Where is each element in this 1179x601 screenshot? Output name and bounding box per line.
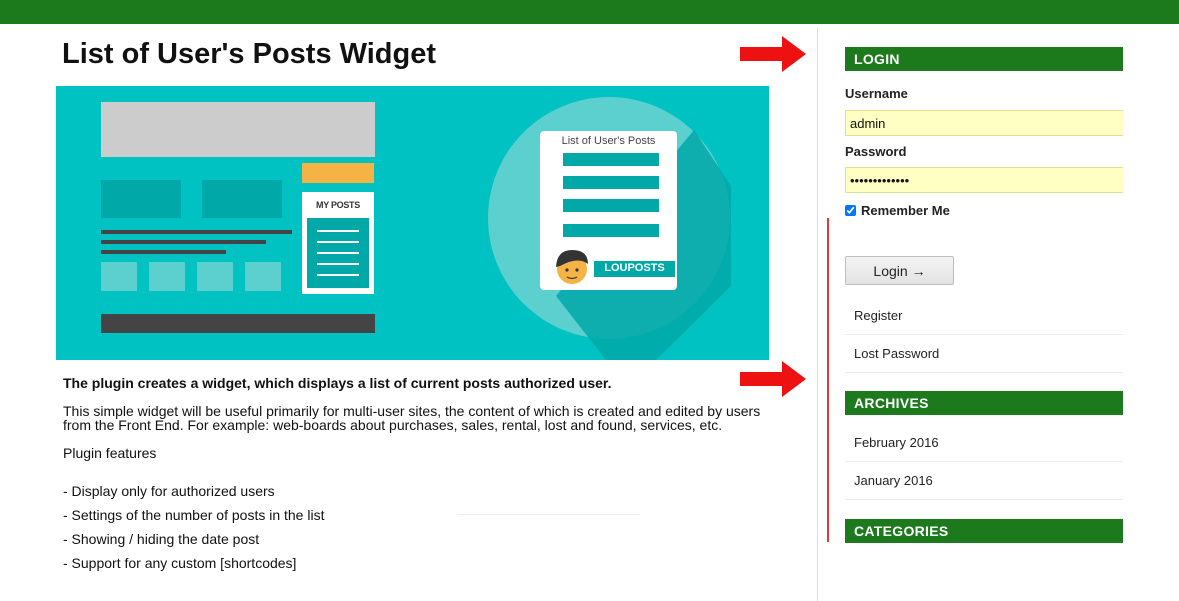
top-green-bar — [0, 0, 1179, 24]
categories-widget-heading: CATEGORIES — [845, 519, 1123, 543]
banner-header-block — [101, 102, 375, 157]
banner-block-2 — [202, 180, 282, 218]
features-title: Plugin features — [63, 445, 157, 461]
post-content: The plugin creates a widget, which displ… — [63, 376, 773, 580]
banner-card-line — [563, 224, 659, 237]
banner-card-line — [563, 153, 659, 166]
feature-item: - Display only for authorized users — [63, 483, 275, 499]
banner-footer-bar — [101, 314, 375, 333]
banner-orange-bar — [302, 163, 374, 183]
login-button[interactable]: Login → — [845, 256, 954, 285]
feature-item: - Showing / hiding the date post — [63, 531, 260, 547]
remember-me-label: Remember Me — [861, 203, 950, 218]
banner-my-posts-list — [307, 218, 369, 288]
sidebar: LOGIN Username Password Remember Me Logi… — [845, 47, 1123, 543]
banner-text-line-2 — [101, 240, 266, 244]
password-label: Password — [845, 144, 907, 159]
login-widget-heading: LOGIN — [845, 47, 1123, 71]
page-title: List of User's Posts Widget — [62, 38, 437, 70]
banner-list-line — [317, 263, 359, 265]
lead-paragraph: The plugin creates a widget, which displ… — [63, 375, 612, 391]
avatar-eye-icon — [565, 268, 569, 272]
faint-separator — [458, 514, 640, 515]
login-links: Register Lost Password — [845, 297, 1123, 373]
banner-list-line — [317, 274, 359, 276]
banner-my-posts-widget: MY POSTS — [302, 192, 374, 294]
remember-me-option[interactable]: Remember Me — [845, 203, 1123, 218]
banner-thumb-4 — [245, 262, 281, 291]
sidebar-divider — [817, 28, 818, 601]
banner-my-posts-label: MY POSTS — [316, 200, 360, 210]
banner-list-line — [317, 230, 359, 232]
banner-list-line — [317, 241, 359, 243]
banner-thumb-3 — [197, 262, 233, 291]
remember-me-checkbox[interactable] — [845, 205, 856, 216]
username-field[interactable] — [845, 110, 1123, 136]
red-arrow-icon — [740, 36, 806, 72]
username-label: Username — [845, 86, 908, 101]
password-field[interactable] — [845, 167, 1123, 193]
main-content: List of User's Posts Widget MY POSTS Lis… — [56, 24, 776, 601]
description-paragraph: This simple widget will be useful primar… — [63, 403, 761, 433]
avatar-eye-icon — [575, 268, 579, 272]
banner-thumb-1 — [101, 262, 137, 291]
banner-block-1 — [101, 180, 181, 218]
plugin-banner-image: MY POSTS List of User's Posts LOUPOSTS — [56, 86, 769, 360]
banner-card-line — [563, 176, 659, 189]
archive-link-february-2016[interactable]: February 2016 — [845, 424, 1123, 462]
banner-text-line-1 — [101, 230, 292, 234]
red-annotation-line — [827, 218, 829, 542]
banner-circle-illustration — [488, 97, 731, 360]
banner-list-line — [317, 252, 359, 254]
banner-card-line — [563, 199, 659, 212]
register-link[interactable]: Register — [845, 297, 1123, 335]
feature-item: - Support for any custom [shortcodes] — [63, 555, 297, 571]
red-arrow-icon — [740, 361, 806, 397]
archive-link-january-2016[interactable]: January 2016 — [845, 462, 1123, 500]
lost-password-link[interactable]: Lost Password — [845, 335, 1123, 373]
banner-card-title: List of User's Posts — [561, 135, 656, 147]
banner-text-line-3 — [101, 250, 226, 254]
banner-thumb-2 — [149, 262, 185, 291]
banner-brand-label: LOUPOSTS — [604, 262, 665, 274]
archives-widget-heading: ARCHIVES — [845, 391, 1123, 415]
feature-item: - Settings of the number of posts in the… — [63, 507, 325, 523]
archives-list: February 2016 January 2016 — [845, 424, 1123, 500]
